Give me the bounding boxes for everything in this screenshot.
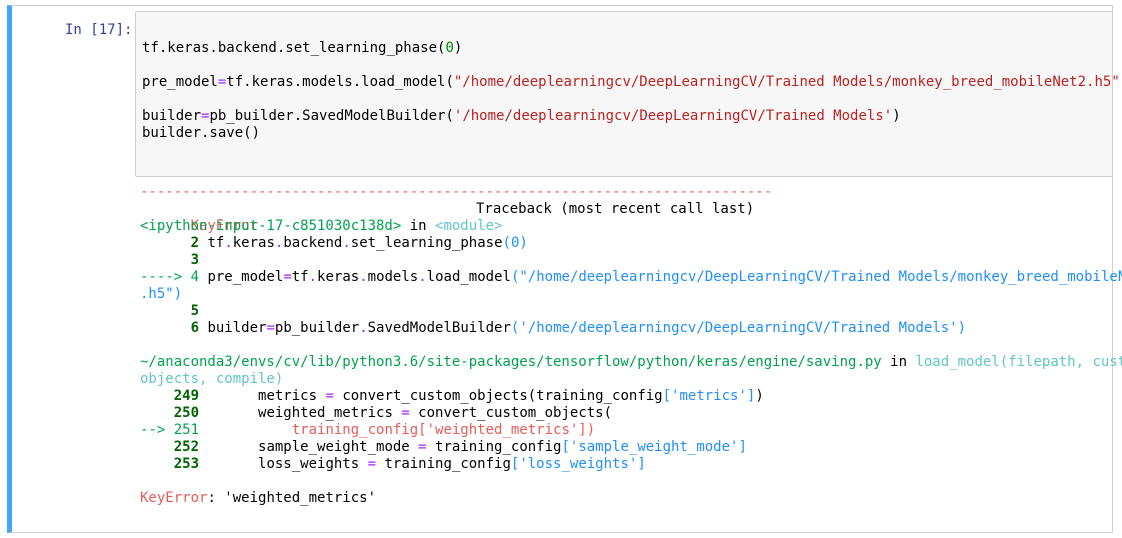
code-args: (0) <box>502 235 528 251</box>
frame-function: <module> <box>435 218 503 234</box>
code-text: pb_builder <box>274 320 360 336</box>
code-operator: . <box>224 235 233 251</box>
code-string: '/home/deeplearningcv/DeepLearningCV/Tra… <box>453 108 893 124</box>
code-text: set_learning_phase <box>350 235 503 251</box>
notebook-cell[interactable]: In [17]: tf.keras.backend.set_learning_p… <box>7 5 1122 533</box>
code-text: sample_weight_mode <box>199 439 419 455</box>
frame-2-line-250: 250 weighted_metrics = convert_custom_ob… <box>140 405 612 422</box>
code-text: builder <box>142 108 202 124</box>
frame-1-line-2: 2 tf.keras.backend.set_learning_phase(0) <box>140 235 528 252</box>
line-number: 3 <box>140 252 200 268</box>
frame-1-line-3: 3 <box>140 252 199 269</box>
line-number: 253 <box>140 456 200 472</box>
frame-function: load_model(filepath, custom_ <box>915 354 1122 370</box>
error-arrow: ----> 4 <box>140 269 200 285</box>
traceback-frame-2-header-wrap: objects, compile) <box>140 371 284 387</box>
frame-2-line-253: 253 loss_weights = training_config['loss… <box>140 456 646 473</box>
code-operator: = <box>418 439 427 455</box>
code-text: load_model <box>426 269 511 285</box>
code-string: ('/home/deeplearningcv/DeepLearningCV/Tr… <box>510 320 967 336</box>
code-string: ['loss_weights'] <box>510 456 646 472</box>
code-text: models <box>367 269 419 285</box>
code-operator: = <box>401 405 410 421</box>
code-text: tf.keras.backend.set_learning_phase( <box>142 40 446 56</box>
frame-file: ~/anaconda3/envs/cv/lib/python3.6/site-p… <box>140 354 882 370</box>
frame-1-line-6: 6 builder=pb_builder.SavedModelBuilder('… <box>140 320 967 337</box>
traceback-header-right: Traceback (most recent call last) <box>476 201 755 217</box>
code-operator: . <box>308 269 318 285</box>
code-text: convert_custom_objects(training_config <box>333 388 663 404</box>
code-operator: . <box>359 320 368 336</box>
line-number: 5 <box>140 303 200 319</box>
code-text: builder <box>199 320 267 336</box>
input-prompt: In [17]: <box>65 22 133 38</box>
code-text: convert_custom_objects( <box>409 405 613 421</box>
code-operator: = <box>283 269 292 285</box>
code-text: weighted_metrics <box>199 405 402 421</box>
code-line-1: tf.keras.backend.set_learning_phase(0) <box>142 40 462 57</box>
code-line-3: builder=pb_builder.SavedModelBuilder('/h… <box>142 108 901 125</box>
code-operator: = <box>325 388 334 404</box>
frame-1-line-4-wrap: .h5") <box>140 286 183 302</box>
line-number: 250 <box>140 405 200 421</box>
code-string: ("/home/deeplearningcv/DeepLearningCV/Tr… <box>510 269 1122 285</box>
code-text: pre_model <box>142 74 218 90</box>
code-string: ['metrics'] <box>662 388 756 404</box>
code-input-area[interactable]: tf.keras.backend.set_learning_phase(0) p… <box>135 11 1122 177</box>
frame-2-line-252: 252 sample_weight_mode = training_config… <box>140 439 747 456</box>
code-string: "/home/deeplearningcv/DeepLearningCV/Tra… <box>453 74 1120 90</box>
error-name: KeyError <box>140 490 208 506</box>
frame-2-line-251: --> 251 training_config['weighted_metric… <box>140 422 595 439</box>
traceback-frame-1-header: <ipython-input-17-c851030c138d> in <modu… <box>140 218 502 235</box>
error-line-code: training_config['weighted_metrics']) <box>199 422 596 438</box>
code-text: SavedModelBuilder <box>367 320 511 336</box>
code-operator: . <box>418 269 427 285</box>
code-text: tf.keras.models.load_model( <box>226 74 454 90</box>
code-line-2: pre_model=tf.keras.models.load_model("/h… <box>142 74 1122 91</box>
frame-1-line-5: 5 <box>140 303 199 320</box>
frame-2-line-249: 249 metrics = convert_custom_objects(tra… <box>140 388 764 405</box>
code-text: training_config <box>426 439 562 455</box>
traceback-frame-2-header: ~/anaconda3/envs/cv/lib/python3.6/site-p… <box>140 354 1122 371</box>
error-message: : 'weighted_metrics' <box>207 490 377 506</box>
frame-1-line-4: ----> 4 pre_model=tf.keras.models.load_m… <box>140 269 1122 286</box>
code-text: keras <box>317 269 360 285</box>
line-number: 249 <box>140 388 200 404</box>
final-error-line: KeyError: 'weighted_metrics' <box>140 490 376 507</box>
line-number: 252 <box>140 439 200 455</box>
frame-in: in <box>401 218 436 234</box>
code-text: tf <box>291 269 309 285</box>
line-number: 2 <box>140 235 200 251</box>
code-text: training_config <box>376 456 511 472</box>
frame-in: in <box>881 354 916 370</box>
code-text: ) <box>755 388 764 404</box>
code-string: ['sample_weight_mode'] <box>561 439 747 455</box>
code-text: ) <box>892 108 901 124</box>
code-text: metrics <box>199 388 326 404</box>
code-operator: . <box>342 235 351 251</box>
code-text: pre_model <box>199 269 284 285</box>
code-operator: = <box>266 320 275 336</box>
code-operator: = <box>367 456 377 472</box>
line-number: 6 <box>140 320 200 336</box>
code-operator: . <box>359 269 368 285</box>
traceback-separator: ----------------------------------------… <box>140 184 773 200</box>
code-text: tf <box>199 235 225 251</box>
code-text: ) <box>453 40 463 56</box>
code-line-4: builder.save() <box>142 125 261 141</box>
frame-file: <ipython-input-17-c851030c138d> <box>140 218 402 234</box>
code-text: pb_builder.SavedModelBuilder( <box>209 108 454 124</box>
code-number: 0 <box>445 40 454 56</box>
code-text: backend <box>283 235 343 251</box>
code-text: keras <box>232 235 275 251</box>
code-text: loss_weights <box>199 456 368 472</box>
error-arrow: --> 251 <box>140 422 200 438</box>
